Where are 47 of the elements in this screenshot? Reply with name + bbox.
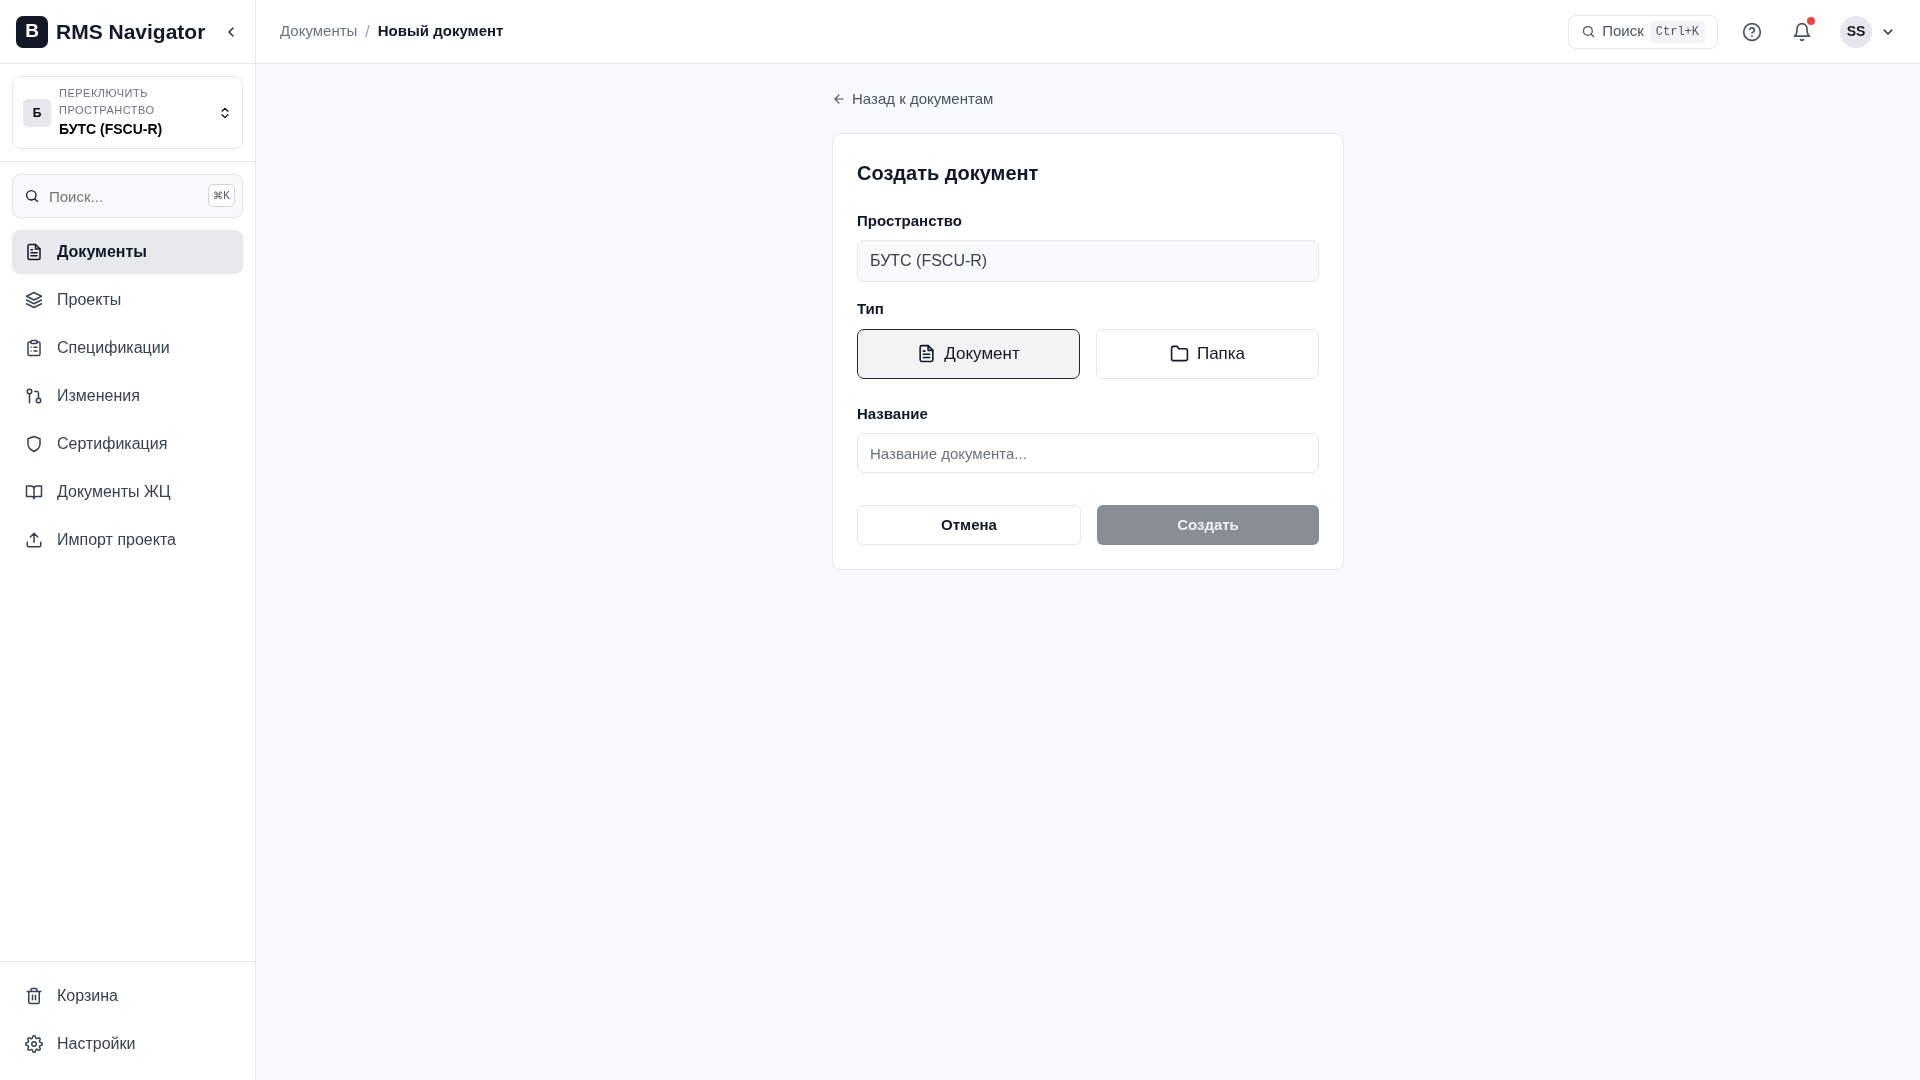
settings-icon	[25, 1035, 43, 1053]
sidebar-item[interactable]: Корзина	[12, 974, 243, 1018]
name-field[interactable]: Название документа...	[857, 433, 1319, 473]
sidebar-item[interactable]: Изменения	[12, 374, 243, 418]
field-label: Тип	[857, 299, 885, 319]
document-icon	[25, 243, 43, 261]
form-title: Создать документ	[857, 160, 1040, 186]
field-label: Пространство	[857, 210, 964, 231]
type-option[interactable]: Документ	[857, 328, 1080, 379]
app-title: RMS Navigator	[56, 18, 206, 45]
type-option[interactable]: Папка	[1096, 328, 1319, 379]
clipboard-icon	[25, 339, 43, 357]
help-icon	[1742, 22, 1762, 43]
sidebar-item[interactable]: Проекты	[12, 278, 243, 322]
sidebar-item[interactable]: Сертификация	[12, 422, 243, 466]
logo: B	[16, 15, 48, 48]
search-button[interactable]: Поиск Ctrl+K	[1568, 14, 1718, 49]
cancel-button[interactable]: Отмена	[857, 505, 1081, 545]
sidebar-item[interactable]: Документы ЖЦ	[12, 470, 243, 514]
space-field[interactable]: БУТС (FSCU-R)	[857, 240, 1319, 282]
branch-icon	[25, 387, 43, 405]
sidebar-item[interactable]: Импорт проекта	[12, 518, 243, 562]
book-icon	[25, 483, 43, 501]
bell-icon	[1792, 22, 1812, 43]
sidebar-item[interactable]: Документы	[12, 230, 243, 274]
shortcut-hint: Ctrl+K	[1649, 20, 1705, 43]
shield-icon	[25, 435, 43, 453]
document-icon	[917, 344, 937, 363]
sidebar-item[interactable]: Спецификации	[12, 326, 243, 370]
workspace-switcher[interactable]: Б ПЕРЕКЛЮЧИТЬ ПРОСТРАНСТВО БУТС (FSCU-R)	[12, 76, 243, 149]
workspace-name: БУТС (FSCU-R)	[59, 120, 164, 139]
field-label: Название	[857, 403, 929, 424]
breadcrumb-link[interactable]: Документы	[280, 20, 358, 43]
back-link[interactable]: Назад к документам	[832, 88, 994, 111]
folder-icon	[1169, 344, 1189, 363]
breadcrumb-current: Новый документ	[377, 21, 504, 42]
trash-icon	[25, 987, 43, 1005]
search-icon	[1581, 24, 1597, 39]
shortcut-hint: ⌘K	[208, 184, 235, 207]
workspace-avatar: Б	[23, 98, 51, 127]
user-avatar[interactable]: SS	[1840, 15, 1872, 48]
sidebar-item[interactable]: Настройки	[12, 1022, 243, 1066]
breadcrumb-separator: /	[365, 21, 370, 42]
upload-icon	[25, 531, 43, 549]
layers-icon	[25, 291, 43, 309]
workspace-caption: ПЕРЕКЛЮЧИТЬ ПРОСТРАНСТВО	[59, 86, 156, 118]
search-icon	[24, 188, 40, 204]
